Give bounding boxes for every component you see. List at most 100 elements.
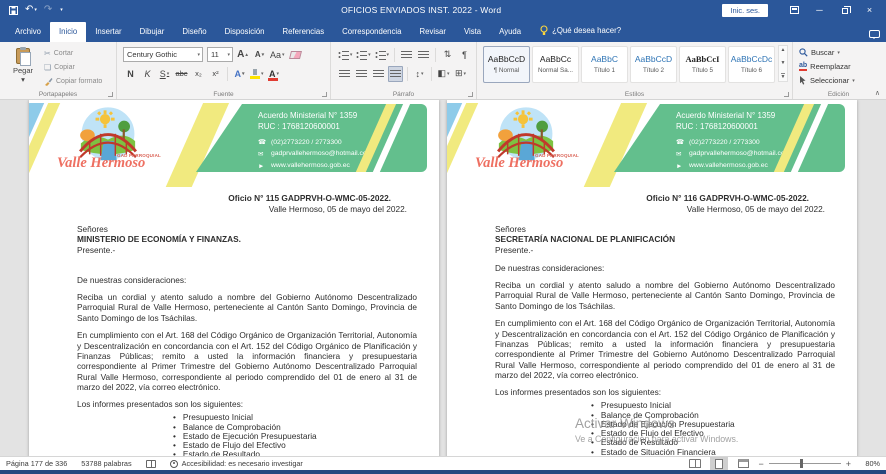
styles-more-icon[interactable]: ▼ — [781, 73, 786, 80]
styles-scroll-up-icon[interactable]: ▲ — [781, 47, 786, 53]
shrink-font-button[interactable]: A▾ — [252, 47, 267, 63]
restore-button[interactable] — [832, 1, 857, 19]
style-chip[interactable]: AaBbCcI Título 5 — [679, 46, 726, 83]
highlight-button[interactable]: ▾ — [249, 66, 265, 82]
zoom-out-button[interactable]: − — [758, 459, 763, 469]
paragraph-dialog-launcher[interactable] — [468, 92, 473, 97]
comments-icon[interactable] — [869, 30, 880, 38]
undo-button[interactable]: ↶▾ — [25, 5, 37, 15]
borders-button[interactable]: ⊞▾ — [453, 66, 468, 82]
ribbon-tab[interactable]: Inicio — [50, 22, 86, 42]
style-chip[interactable]: AaBbCcD ¶ Normal — [483, 46, 530, 83]
align-center-button[interactable] — [354, 66, 369, 82]
proofing-status[interactable] — [146, 460, 156, 468]
close-icon: × — [867, 5, 872, 15]
ribbon-tab[interactable]: Archivo — [6, 22, 50, 42]
bullet-list-button[interactable]: ▾ — [337, 47, 353, 63]
tell-me-box[interactable]: ¿Qué desea hacer? — [530, 25, 629, 42]
minimize-button[interactable]: ─ — [807, 1, 832, 19]
font-color-button[interactable]: A▾ — [267, 66, 282, 82]
print-layout-icon — [715, 459, 723, 469]
ribbon-tab[interactable]: Vista — [455, 22, 490, 42]
find-button[interactable]: Buscar▾ — [799, 46, 880, 59]
oficio-number: Oficio N° 116 GADPRVH-O-WMC-05-2022. — [495, 193, 835, 203]
print-layout-button[interactable] — [710, 457, 728, 470]
align-right-button[interactable] — [371, 66, 386, 82]
select-button[interactable]: Seleccionar▾ — [799, 74, 880, 87]
clipboard-dialog-launcher[interactable] — [108, 92, 113, 97]
superscript-button[interactable]: x² — [208, 66, 223, 82]
multilevel-list-button[interactable]: ▾ — [374, 47, 390, 63]
justify-button[interactable] — [388, 66, 403, 82]
oficio-number: Oficio N° 115 GADPRVH-O-WMC-05-2022. — [77, 193, 417, 203]
ribbon-tab[interactable]: Insertar — [86, 22, 130, 42]
sort-button[interactable]: ⇅ — [440, 47, 455, 63]
change-case-button[interactable]: Aa▾ — [269, 47, 286, 63]
font-dialog-launcher[interactable] — [322, 92, 327, 97]
increase-indent-icon — [418, 50, 429, 60]
italic-button[interactable]: K — [140, 66, 155, 82]
clear-formatting-button[interactable] — [288, 47, 303, 63]
increase-indent-button[interactable] — [416, 47, 431, 63]
ribbon-display-options-button[interactable] — [782, 1, 807, 19]
format-painter-button[interactable]: Copiar formato — [44, 75, 112, 88]
ribbon: Pegar▾ ✂Cortar ❏Copiar Copiar formato Po… — [0, 42, 886, 100]
window-title: OFICIOS ENVIADOS INST. 2022 - Word — [120, 5, 722, 15]
zoom-slider[interactable] — [769, 463, 841, 464]
show-paragraph-marks-button[interactable]: ¶ — [457, 47, 472, 63]
zoom-in-button[interactable]: + — [846, 459, 851, 469]
phone-line: ☎(02)2773220 / 2773300 — [676, 137, 845, 149]
document-page[interactable]: Acuerdo Ministerial N° 1359 RUC : 176812… — [447, 100, 857, 456]
ribbon-tab[interactable]: Correspondencia — [333, 22, 410, 42]
ribbon-tab[interactable]: Referencias — [274, 22, 334, 42]
paste-button[interactable]: Pegar▾ — [6, 45, 40, 87]
decrease-indent-button[interactable] — [399, 47, 414, 63]
multilevel-list-icon — [375, 50, 386, 60]
ribbon-tab[interactable]: Diseño — [173, 22, 215, 42]
shading-button[interactable]: ◧▾ — [436, 66, 451, 82]
greeting: De nuestras consideraciones: — [77, 275, 417, 285]
sign-in-button[interactable]: Inic. ses. — [722, 4, 768, 17]
bold-button[interactable]: N — [123, 66, 138, 82]
accessibility-status[interactable]: Accesibilidad: es necesario investigar — [170, 459, 303, 468]
strikethrough-button[interactable]: abc — [174, 66, 189, 82]
ribbon-tab[interactable]: Disposición — [216, 22, 274, 42]
save-button[interactable] — [9, 6, 18, 15]
subscript-button[interactable]: x₂ — [191, 66, 206, 82]
page-indicator[interactable]: Página 177 de 336 — [6, 459, 67, 468]
zoom-percentage[interactable]: 80% — [856, 459, 880, 468]
web-layout-button[interactable] — [734, 457, 752, 470]
line-spacing-button[interactable]: ↕▾ — [412, 66, 427, 82]
style-chip[interactable]: AaBbC Título 1 — [581, 46, 628, 83]
ribbon-tab[interactable]: Revisar — [411, 22, 455, 42]
ribbon-tab[interactable]: Dibujar — [131, 22, 174, 42]
redo-icon: ↷ — [44, 5, 52, 15]
underline-button[interactable]: S▾ — [157, 66, 172, 82]
font-size-select[interactable]: 11▾ — [207, 47, 233, 62]
style-chip[interactable]: AaBbCcD Título 2 — [630, 46, 677, 83]
align-left-button[interactable] — [337, 66, 352, 82]
word-count[interactable]: 53788 palabras — [81, 459, 131, 468]
customize-qat-button[interactable]: ▾ — [59, 8, 63, 13]
close-button[interactable]: × — [857, 1, 882, 19]
font-name-select[interactable]: Century Gothic▾ — [123, 47, 203, 62]
styles-scroll-down-icon[interactable]: ▼ — [781, 60, 786, 66]
cut-button[interactable]: ✂Cortar — [44, 47, 112, 60]
style-chip[interactable]: AaBbCc Normal Sa... — [532, 46, 579, 83]
text-effects-button[interactable]: A▾ — [232, 66, 247, 82]
numbered-list-button[interactable]: ▾ — [355, 47, 371, 63]
redo-button[interactable]: ↷ — [44, 5, 52, 15]
ribbon-tab[interactable]: Ayuda — [490, 22, 530, 42]
document-page[interactable]: Acuerdo Ministerial N° 1359 RUC : 176812… — [29, 100, 439, 456]
collapse-ribbon-button[interactable]: ∧ — [875, 89, 880, 97]
titlebar-controls: Inic. ses. ─ × — [722, 1, 886, 19]
titlebar: ↶▾ ↷ ▾ OFICIOS ENVIADOS INST. 2022 - Wor… — [0, 0, 886, 20]
zoom-slider-thumb[interactable] — [800, 459, 803, 468]
read-mode-button[interactable] — [686, 457, 704, 470]
replace-button[interactable]: ab Reemplazar — [799, 60, 880, 73]
styles-dialog-launcher[interactable] — [784, 92, 789, 97]
grow-font-button[interactable]: A▴ — [235, 47, 250, 63]
style-chip[interactable]: AaBbCcDc Título 6 — [728, 46, 775, 83]
copy-button[interactable]: ❏Copiar — [44, 61, 112, 74]
report-list: Presupuesto InicialBalance de Comprobaci… — [77, 413, 417, 456]
